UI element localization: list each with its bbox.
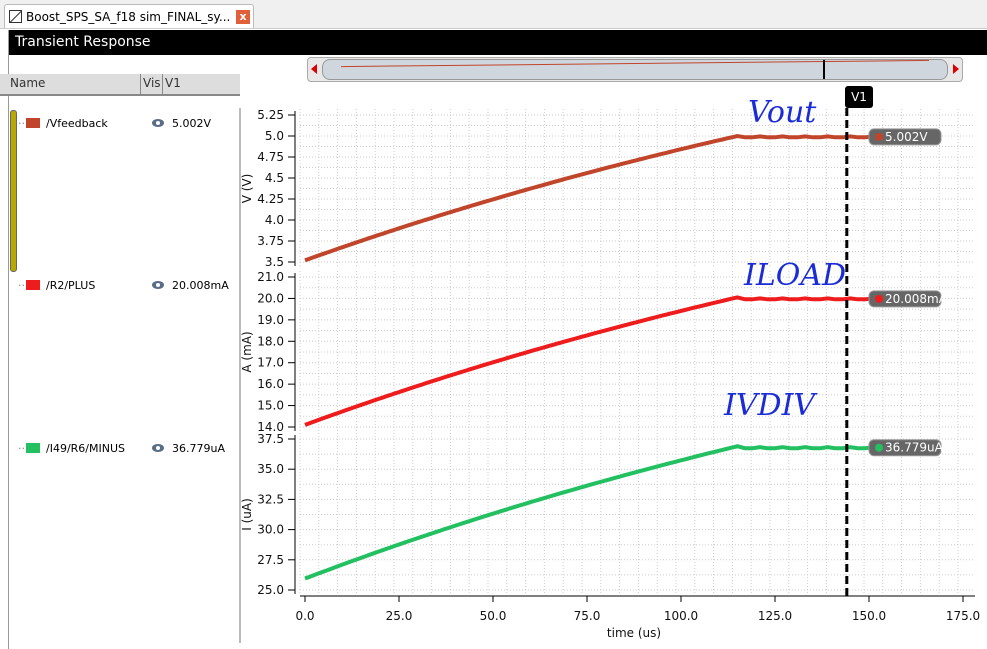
eye-icon[interactable] <box>152 444 164 452</box>
scroll-thumb[interactable] <box>322 59 948 81</box>
y-tick-label: 37.5 <box>257 432 284 446</box>
col-vis[interactable]: Vis <box>143 76 161 90</box>
y-tick-label: 16.0 <box>257 377 284 391</box>
color-swatch <box>26 118 40 128</box>
x-axis-label: time (us) <box>607 626 661 640</box>
strip-3[interactable]: 37.5 35.0 32.5 30.0 27.5 25.0 I (uA) 36.779uA <box>240 432 975 597</box>
signal-value: 20.008mA <box>172 278 229 292</box>
color-swatch <box>26 280 40 290</box>
color-swatch <box>26 443 40 453</box>
marker-dot <box>875 132 883 141</box>
y-tick-label: 3.5 <box>265 255 284 269</box>
signal-row-r2-plus[interactable]: ··/R2/PLUS 20.008mA <box>18 277 229 293</box>
y-tick-label: 17.0 <box>257 356 284 370</box>
strip-1[interactable]: 5.25 5.0 4.75 4.5 4.25 4.0 3.75 3.5 V (V) 5.002V <box>240 108 975 269</box>
y-tick-label: 32.5 <box>257 492 284 506</box>
x-tick-label: 50.0 <box>480 609 507 623</box>
marker-dot <box>875 443 883 452</box>
overview-scrollbar[interactable] <box>307 57 963 82</box>
waveform-window-icon <box>9 10 22 23</box>
x-tick-label: 125.0 <box>758 609 792 623</box>
tab-title: Boost_SPS_SA_f18 sim_FINAL_sy... <box>26 9 231 24</box>
handwritten-annotation: ILOAD <box>743 258 846 293</box>
y-tick-label: 3.75 <box>257 234 284 248</box>
signal-row-vfeedback[interactable]: ··/Vfeedback 5.002V <box>18 115 211 131</box>
handwritten-annotation: Vout <box>748 95 817 130</box>
y-tick-label: 35.0 <box>257 462 284 476</box>
y-tick-label: 25.0 <box>257 583 284 597</box>
x-tick-label: 75.0 <box>574 609 601 623</box>
y-axis-label: I (uA) <box>240 498 254 531</box>
y-tick-label: 19.0 <box>257 313 284 327</box>
eye-icon[interactable] <box>152 119 164 127</box>
y-tick-label: 4.75 <box>257 150 284 164</box>
scroll-left-icon[interactable] <box>311 64 317 74</box>
y-tick-label: 4.0 <box>265 213 284 227</box>
signal-name: /I49/R6/MINUS <box>46 441 125 455</box>
col-v1[interactable]: V1 <box>165 76 181 90</box>
waveform-chart[interactable]: 5.25 5.0 4.75 4.5 4.25 4.0 3.75 3.5 V (V) 5.002V 2… <box>240 95 987 649</box>
handwritten-annotation: IVDIV <box>723 388 818 423</box>
window-title: Transient Response <box>9 30 987 55</box>
cursor-marker-value: 5.002V <box>885 130 928 144</box>
y-tick-label: 5.0 <box>265 129 284 143</box>
signal-row-i49-r6-minus[interactable]: ··/I49/R6/MINUS 36.779uA <box>18 440 225 456</box>
y-tick-label: 15.0 <box>257 399 284 413</box>
y-axis-label: V (V) <box>240 174 254 204</box>
signal-value: 36.779uA <box>172 441 225 455</box>
y-tick-label: 27.5 <box>257 553 284 567</box>
cursor-marker-value: 36.779uA <box>885 441 944 455</box>
y-tick-label: 20.0 <box>257 291 284 305</box>
signal-value: 5.002V <box>172 116 212 130</box>
tab-bar: Boost_SPS_SA_f18 sim_FINAL_sy... x <box>0 0 987 29</box>
y-tick-label: 18.0 <box>257 334 284 348</box>
overview-cursor <box>823 60 825 79</box>
close-icon[interactable]: x <box>236 9 250 24</box>
scroll-right-icon[interactable] <box>953 64 959 74</box>
y-tick-label: 30.0 <box>257 523 284 537</box>
x-tick-label: 0.0 <box>295 609 314 623</box>
y-tick-label: 5.25 <box>257 108 284 122</box>
eye-icon[interactable] <box>152 281 164 289</box>
strip-group-handle[interactable] <box>10 110 17 272</box>
cursor-marker-value: 20.008mA <box>885 292 948 306</box>
y-axis-label: A (mA) <box>240 331 254 372</box>
signal-name: /R2/PLUS <box>46 278 96 292</box>
signal-name: /Vfeedback <box>46 116 108 130</box>
y-tick-label: 4.25 <box>257 192 284 206</box>
marker-dot <box>875 294 883 303</box>
col-name[interactable]: Name <box>10 76 45 90</box>
x-tick-label: 175.0 <box>946 609 980 623</box>
strip-2[interactable]: 21.020.019.018.017.016.015.014.0A (mA)20… <box>240 270 975 434</box>
x-tick-label: 25.0 <box>386 609 413 623</box>
y-tick-label: 21.0 <box>257 270 284 284</box>
tab-waveform[interactable]: Boost_SPS_SA_f18 sim_FINAL_sy... x <box>4 4 254 28</box>
signal-table-header: Name Vis V1 <box>0 74 240 96</box>
y-tick-label: 4.5 <box>265 171 284 185</box>
x-tick-label: 100.0 <box>664 609 698 623</box>
x-tick-label: 150.0 <box>852 609 886 623</box>
